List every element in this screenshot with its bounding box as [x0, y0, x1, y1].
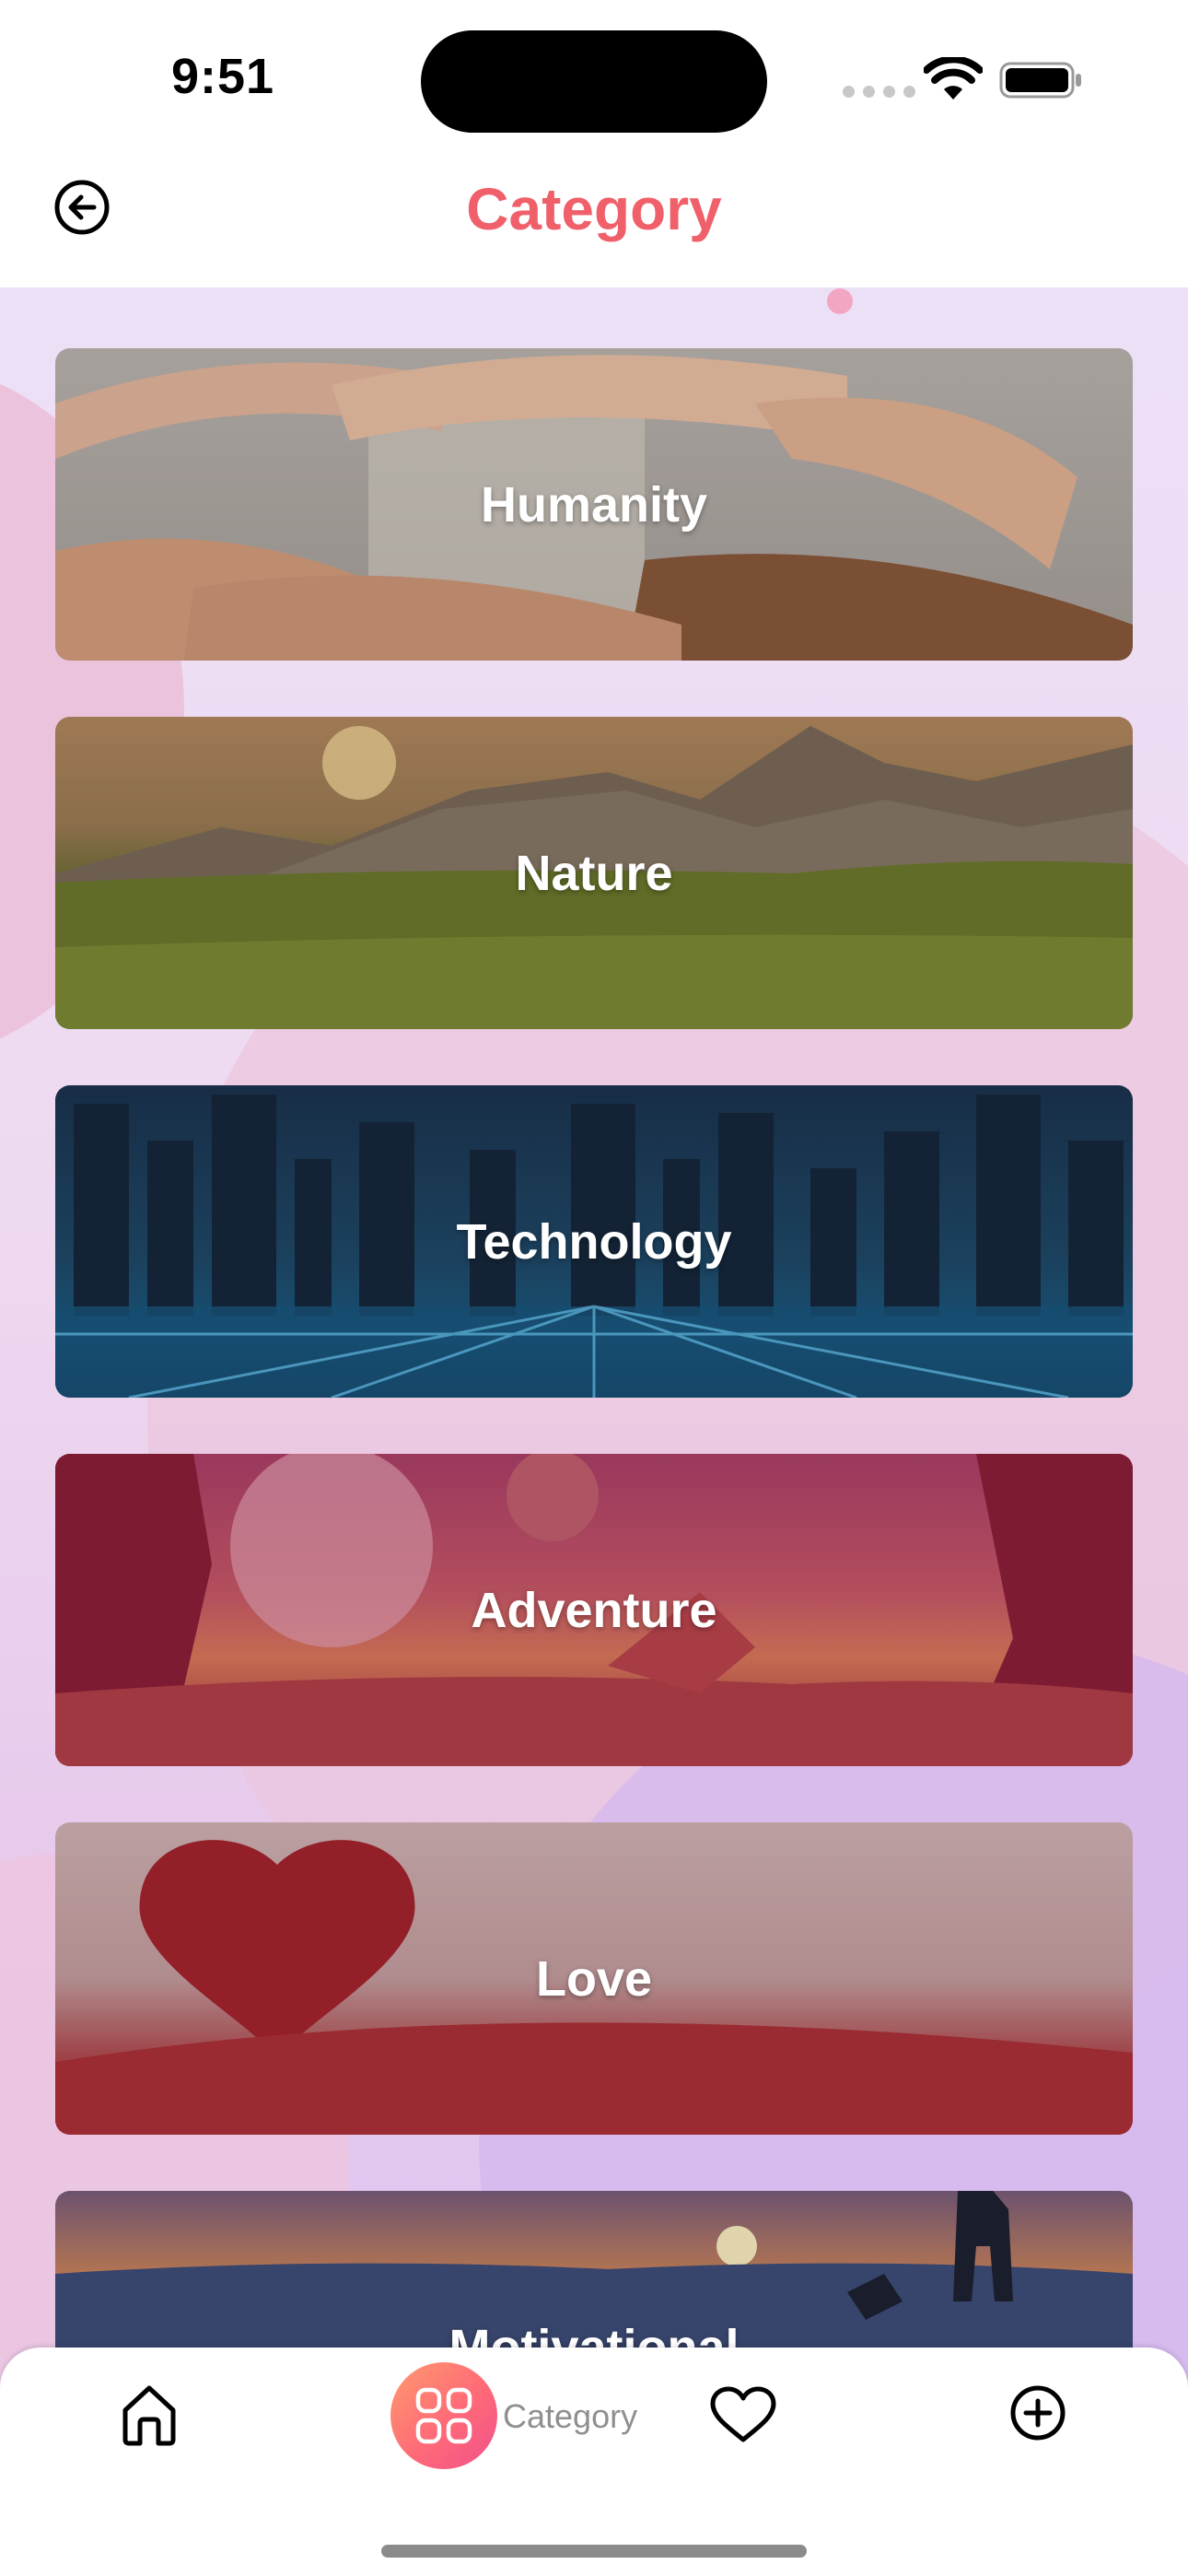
page-title: Category — [466, 176, 722, 242]
home-indicator — [381, 2545, 807, 2558]
header: Category — [0, 147, 1188, 287]
heart-icon[interactable] — [709, 2386, 777, 2445]
category-card-humanity[interactable]: Humanity — [55, 348, 1133, 661]
decorative-dot — [827, 288, 853, 314]
screen: 9:51 Category Humanity Nature Technology… — [0, 0, 1188, 2576]
battery-icon — [999, 62, 1081, 99]
category-card-adventure[interactable]: Adventure — [55, 1454, 1133, 1766]
category-label: Nature — [515, 845, 673, 901]
status-time: 9:51 — [171, 49, 275, 104]
grid-icon — [415, 2387, 472, 2444]
active-tab-background — [390, 2362, 497, 2469]
home-icon[interactable] — [118, 2383, 181, 2447]
status-bar: 9:51 — [0, 0, 1188, 147]
plus-circle-icon[interactable] — [1009, 2384, 1066, 2441]
category-label: Love — [535, 1950, 653, 2007]
category-card-love[interactable]: Love — [55, 1822, 1133, 2135]
category-card-nature[interactable]: Nature — [55, 717, 1133, 1029]
category-list: Humanity Nature Technology Adventure Lov… — [0, 287, 1188, 2576]
category-label: Adventure — [471, 1582, 717, 1638]
category-card-technology[interactable]: Technology — [55, 1085, 1133, 1398]
dynamic-island — [421, 30, 767, 133]
cellular-signal-icon — [843, 86, 915, 98]
category-label: Humanity — [480, 476, 708, 533]
bottom-tab-bar: Category — [0, 2348, 1188, 2576]
wifi-icon — [924, 57, 983, 100]
category-label: Technology — [456, 1213, 732, 1270]
tab-category[interactable]: Category — [390, 2362, 659, 2471]
tab-category-label: Category — [503, 2397, 638, 2435]
